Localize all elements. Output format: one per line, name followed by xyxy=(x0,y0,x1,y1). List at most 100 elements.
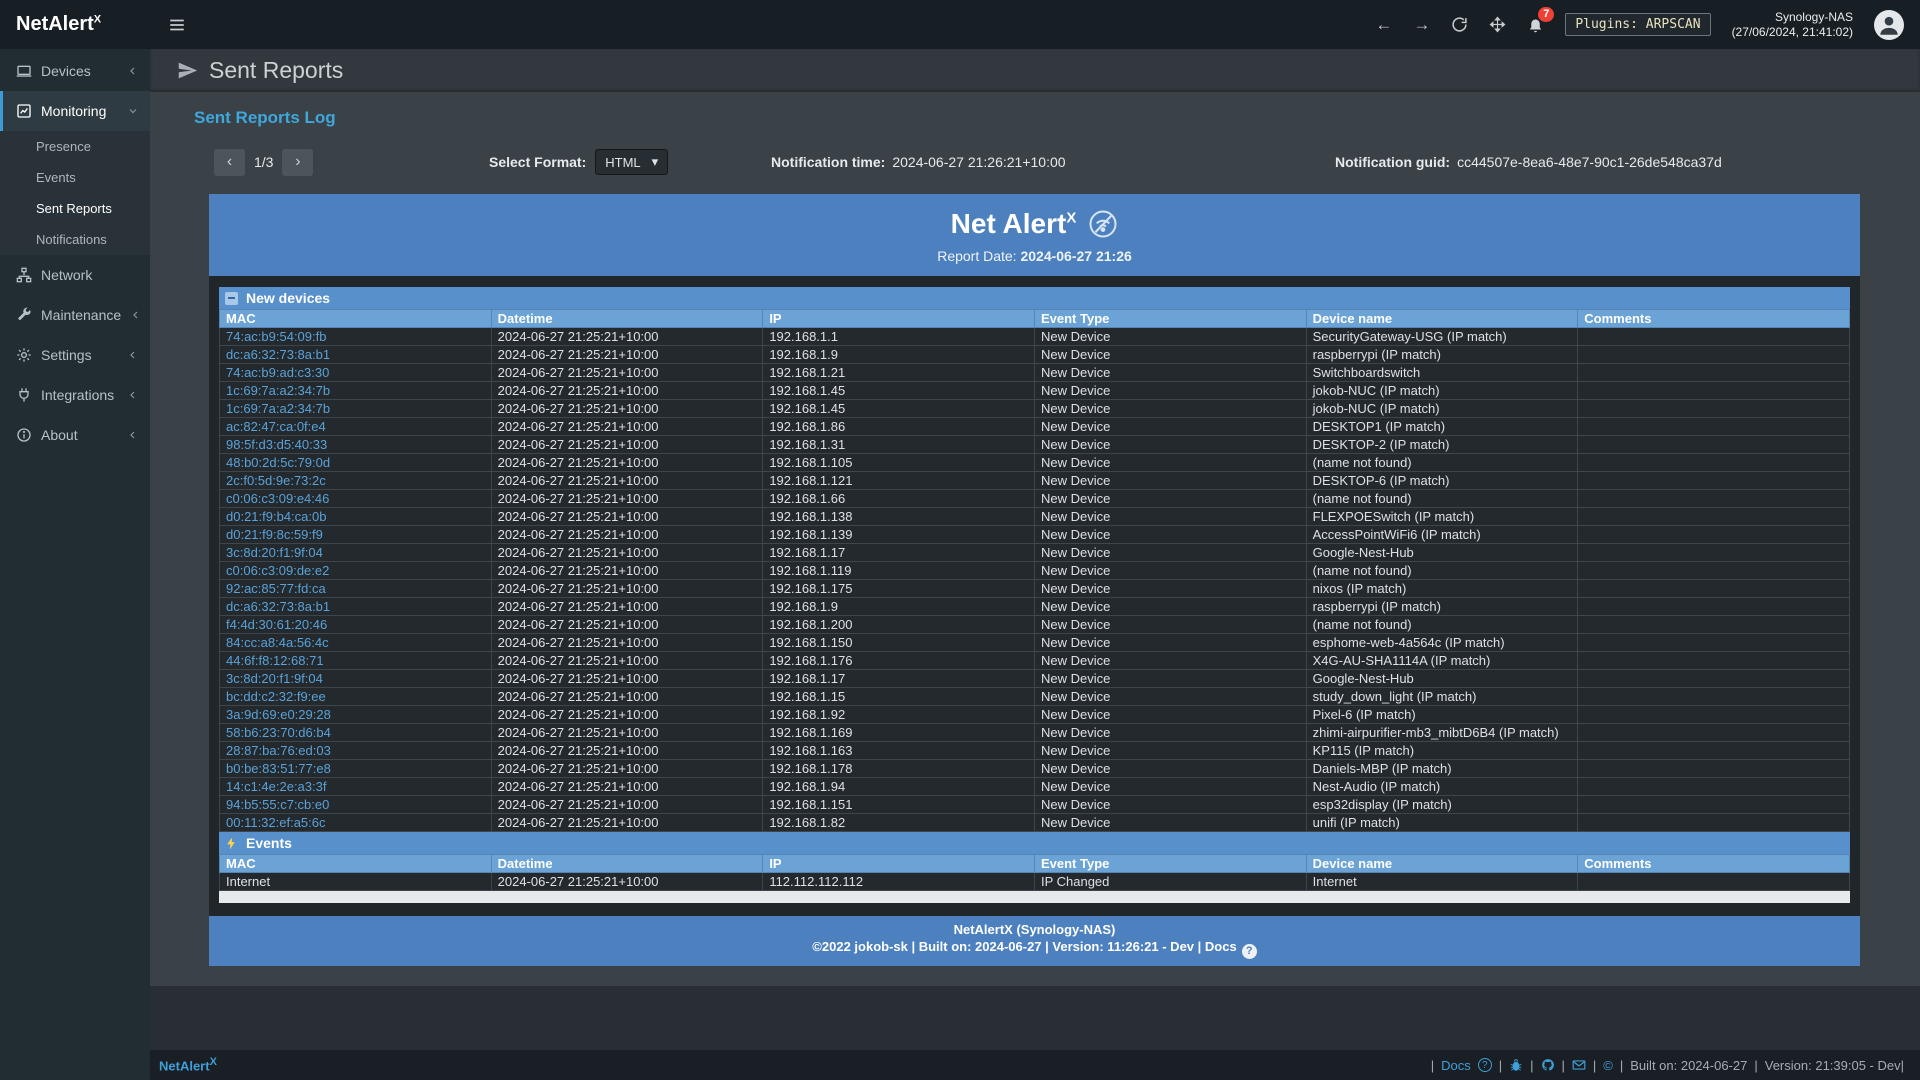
datetime-cell: 2024-06-27 21:25:21+10:00 xyxy=(491,580,763,598)
mac-link[interactable]: c0:06:c3:09:de:e2 xyxy=(220,562,492,580)
mac-link[interactable]: 74:ac:b9:ad:c3:30 xyxy=(220,364,492,382)
mac-link[interactable]: 1c:69:7a:a2:34:7b xyxy=(220,382,492,400)
sent-reports-log-link[interactable]: Sent Reports Log xyxy=(194,108,336,128)
report-title: Net AlertX xyxy=(209,208,1860,240)
event-type-cell: New Device xyxy=(1034,634,1306,652)
event-type-cell: New Device xyxy=(1034,706,1306,724)
mac-link[interactable]: 28:87:ba:76:ed:03 xyxy=(220,742,492,760)
comments-cell xyxy=(1578,688,1850,706)
ip-cell: 192.168.1.66 xyxy=(763,490,1035,508)
new-devices-icon xyxy=(225,292,238,305)
next-page-button[interactable]: › xyxy=(282,149,313,176)
mac-link[interactable]: 92:ac:85:77:fd:ca xyxy=(220,580,492,598)
mac-link[interactable]: 94:b5:55:c7:cb:e0 xyxy=(220,796,492,814)
col-mac: MAC xyxy=(220,855,492,873)
mac-link[interactable]: 58:b6:23:70:d6:b4 xyxy=(220,724,492,742)
mac-link[interactable]: 14:c1:4e:2e:a3:3f xyxy=(220,778,492,796)
device-name-cell: DESKTOP-2 (IP match) xyxy=(1306,436,1578,454)
mac-link[interactable]: d0:21:f9:b4:ca:0b xyxy=(220,508,492,526)
github-icon[interactable] xyxy=(1541,1058,1555,1072)
mac-link[interactable]: c0:06:c3:09:e4:46 xyxy=(220,490,492,508)
mac-link[interactable]: f4:4d:30:61:20:46 xyxy=(220,616,492,634)
user-avatar[interactable] xyxy=(1874,10,1904,40)
new-devices-section-bar: New devices xyxy=(219,287,1850,309)
table-row: 92:ac:85:77:fd:ca 2024-06-27 21:25:21+10… xyxy=(220,580,1850,598)
sidebar-item-notifications[interactable]: Notifications xyxy=(0,224,150,255)
sidebar-item-monitoring[interactable]: Monitoring xyxy=(0,91,150,131)
comments-cell xyxy=(1578,652,1850,670)
mac-link[interactable]: 3a:9d:69:e0:29:28 xyxy=(220,706,492,724)
spacer-row xyxy=(219,891,1850,903)
notification-count-badge[interactable]: 7 xyxy=(1538,7,1554,22)
mail-icon[interactable] xyxy=(1572,1058,1586,1072)
paper-plane-icon xyxy=(177,60,198,81)
footer-version: Version: 21:39:05 - Dev| xyxy=(1765,1058,1904,1073)
new-devices-table: MAC Datetime IP Event Type Device name C… xyxy=(219,309,1850,832)
mac-link[interactable]: 2c:f0:5d:9e:73:2c xyxy=(220,472,492,490)
nav-forward-icon[interactable]: → xyxy=(1413,16,1430,33)
bug-report-icon[interactable] xyxy=(1509,1058,1523,1072)
table-row: Internet 2024-06-27 21:25:21+10:00 112.1… xyxy=(220,873,1850,891)
comments-cell xyxy=(1578,598,1850,616)
sidebar-item-integrations[interactable]: Integrations xyxy=(0,375,150,415)
mac-link[interactable]: b0:be:83:51:77:e8 xyxy=(220,760,492,778)
mac-link[interactable]: 44:6f:f8:12:68:71 xyxy=(220,652,492,670)
mac-link[interactable]: d0:21:f9:8c:59:f9 xyxy=(220,526,492,544)
report-header: Net AlertX Report Date: 2024-06-27 21:26 xyxy=(209,194,1860,276)
mac-link[interactable]: 1c:69:7a:a2:34:7b xyxy=(220,400,492,418)
mac-link[interactable]: 48:b0:2d:5c:79:0d xyxy=(220,454,492,472)
comments-cell xyxy=(1578,814,1850,832)
report-footer-title: NetAlertX (Synology-NAS) xyxy=(209,921,1860,938)
copyright-icon[interactable]: © xyxy=(1603,1058,1613,1073)
sidebar-item-devices[interactable]: Devices xyxy=(0,51,150,91)
mac-link[interactable]: bc:dd:c2:32:f9:ee xyxy=(220,688,492,706)
mac-link[interactable]: dc:a6:32:73:8a:b1 xyxy=(220,346,492,364)
ip-cell: 192.168.1.139 xyxy=(763,526,1035,544)
report-footer-credits: ©2022 jokob-sk | Built on: 2024-06-27 | … xyxy=(209,938,1860,959)
sidebar-item-events[interactable]: Events xyxy=(0,162,150,193)
sidebar-item-sent-reports[interactable]: Sent Reports xyxy=(0,193,150,224)
ip-cell: 192.168.1.163 xyxy=(763,742,1035,760)
datetime-cell: 2024-06-27 21:25:21+10:00 xyxy=(491,436,763,454)
plugins-status-badge[interactable]: Plugins: ARPSCAN xyxy=(1565,13,1710,36)
question-circle-icon[interactable]: ? xyxy=(1478,1058,1492,1072)
mac-link[interactable]: 00:11:32:ef:a5:6c xyxy=(220,814,492,832)
comments-cell xyxy=(1578,742,1850,760)
chevron-left-icon xyxy=(130,309,142,321)
plug-icon xyxy=(16,387,32,403)
app-logo[interactable]: NetAlertX xyxy=(0,13,150,36)
mac-link[interactable]: 3c:8d:20:f1:9f:04 xyxy=(220,544,492,562)
table-row: ac:82:47:ca:0f:e4 2024-06-27 21:25:21+10… xyxy=(220,418,1850,436)
mac-link[interactable]: 3c:8d:20:f1:9f:04 xyxy=(220,670,492,688)
page-header: Sent Reports xyxy=(150,49,1920,92)
lightning-bolt-icon xyxy=(225,836,238,851)
comments-cell xyxy=(1578,873,1850,891)
docs-link[interactable]: Docs xyxy=(1441,1058,1471,1073)
table-row: d0:21:f9:b4:ca:0b 2024-06-27 21:25:21+10… xyxy=(220,508,1850,526)
sidebar-item-settings[interactable]: Settings xyxy=(0,335,150,375)
mac-link[interactable]: ac:82:47:ca:0f:e4 xyxy=(220,418,492,436)
refresh-icon[interactable] xyxy=(1451,16,1468,33)
footer-brand-link[interactable]: NetAlertX xyxy=(159,1056,217,1073)
docs-question-icon[interactable]: ? xyxy=(1242,944,1257,959)
content: Sent Reports Log ‹ 1/3 › Select Format: … xyxy=(150,92,1920,986)
prev-page-button[interactable]: ‹ xyxy=(214,149,245,176)
sidebar-item-maintenance[interactable]: Maintenance xyxy=(0,295,150,335)
nav-back-icon[interactable]: ← xyxy=(1375,16,1392,33)
mac-link[interactable]: dc:a6:32:73:8a:b1 xyxy=(220,598,492,616)
ip-cell: 192.168.1.45 xyxy=(763,400,1035,418)
table-row: f4:4d:30:61:20:46 2024-06-27 21:25:21+10… xyxy=(220,616,1850,634)
hamburger-menu-icon[interactable] xyxy=(150,16,204,34)
notifications-bell-icon[interactable]: 7 xyxy=(1527,16,1544,33)
mac-link[interactable]: 74:ac:b9:54:09:fb xyxy=(220,328,492,346)
sidebar-item-about[interactable]: About xyxy=(0,415,150,455)
format-select[interactable]: HTML ▾ xyxy=(595,149,668,175)
move-arrows-icon[interactable] xyxy=(1489,16,1506,33)
sidebar-item-presence[interactable]: Presence xyxy=(0,131,150,162)
table-row: 1c:69:7a:a2:34:7b 2024-06-27 21:25:21+10… xyxy=(220,382,1850,400)
sidebar-item-network[interactable]: Network xyxy=(0,255,150,295)
sidebar: Devices Monitoring Presence Events Sent … xyxy=(0,49,150,1080)
report-preview: Net AlertX Report Date: 2024-06-27 21:26… xyxy=(209,194,1860,966)
mac-link[interactable]: 98:5f:d3:d5:40:33 xyxy=(220,436,492,454)
mac-link[interactable]: 84:cc:a8:4a:56:4c xyxy=(220,634,492,652)
